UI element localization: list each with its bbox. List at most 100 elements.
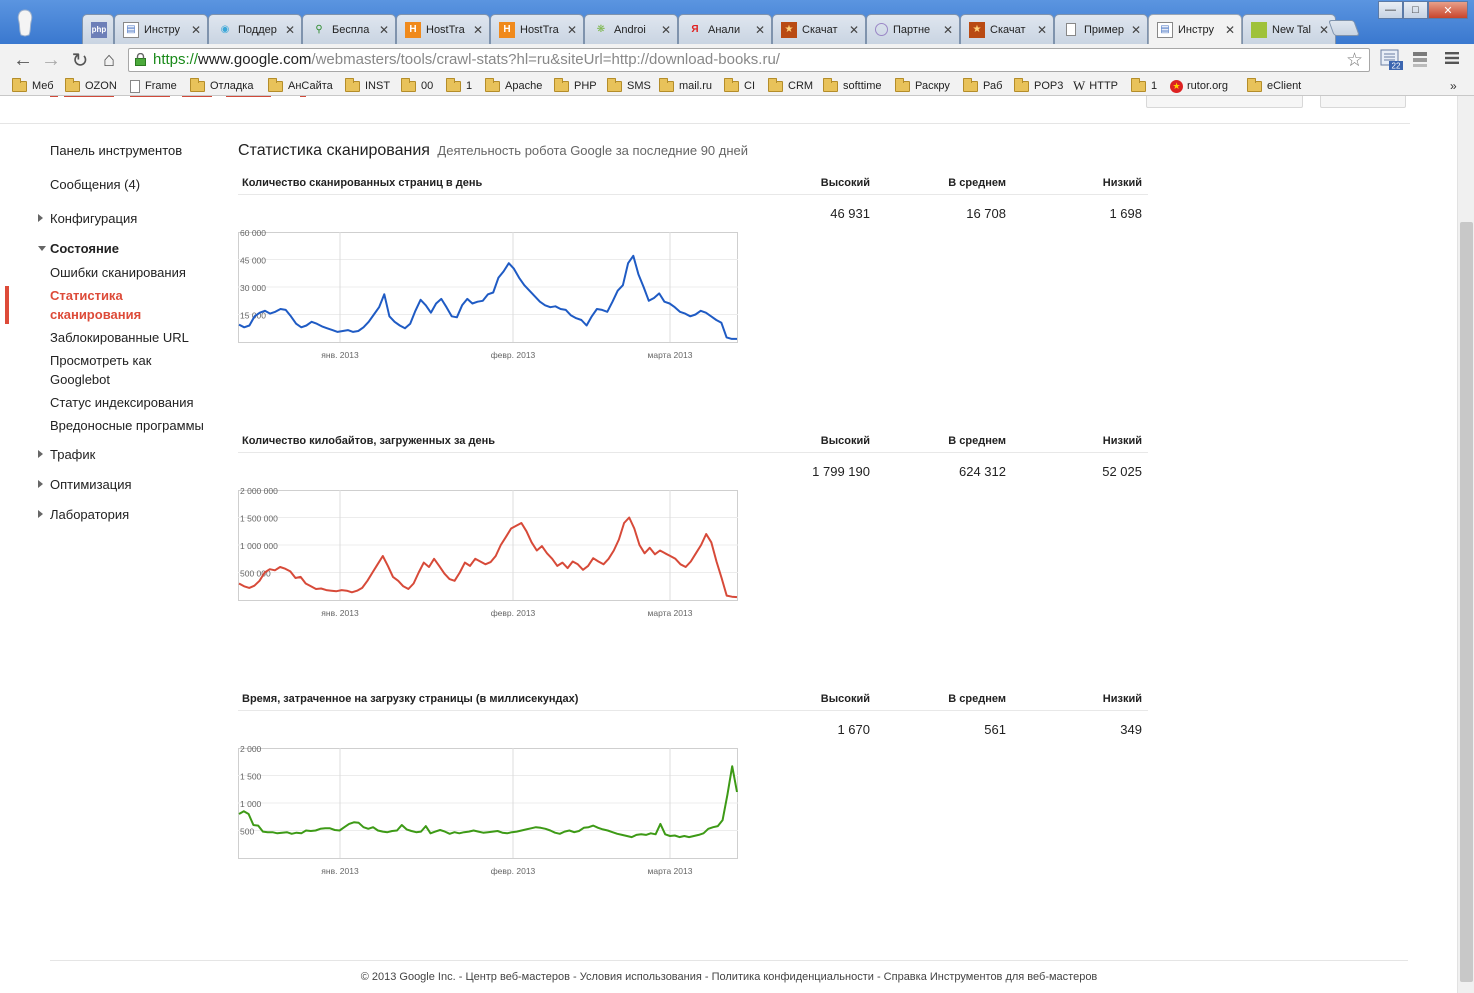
footer-link-webmaster-central[interactable]: Центр веб-мастеров [465,971,570,983]
forward-arrow-icon[interactable]: → [40,49,62,71]
browser-tab[interactable]: ★ Скачат ✕ [772,14,866,44]
bookmark-folder[interactable]: 1 [1131,77,1157,94]
section-title: Количество сканированных страниц в день [242,177,483,189]
minimize-button[interactable]: — [1378,1,1403,19]
browser-tab[interactable]: New Tal ✕ [1242,14,1336,44]
folder-icon [485,77,500,92]
x-tick-label: янв. 2013 [321,866,359,876]
expand-arrow-icon[interactable] [38,450,43,458]
new-tab-button[interactable] [1328,20,1360,36]
browser-tab[interactable]: ◉ Поддер ✕ [208,14,302,44]
bookmark-folder[interactable]: SMS [607,77,651,94]
reload-icon[interactable]: ↻ [69,49,91,72]
browser-tab[interactable]: ★ Скачат ✕ [960,14,1054,44]
sidebar-item-fetch-as-googlebot-line2[interactable]: Googlebot [50,372,110,387]
sidebar-item-crawl-errors[interactable]: Ошибки сканирования [50,265,186,280]
sidebar-item-messages[interactable]: Сообщения (4) [50,177,140,192]
close-tab-icon[interactable]: ✕ [191,23,201,37]
sidebar-item-dashboard[interactable]: Панель инструментов [50,143,182,158]
bookmark-folder[interactable]: АнСайта [268,77,333,94]
bookmark-folder[interactable]: eClient [1247,77,1301,94]
sidebar-item-blocked-urls[interactable]: Заблокированные URL [50,330,189,345]
close-tab-icon[interactable]: ✕ [1225,23,1235,37]
bookmarks-overflow-button[interactable]: » [1450,79,1457,93]
folder-icon [401,77,416,92]
sidebar-item-optimization[interactable]: Оптимизация [50,477,132,492]
x-tick-label: февр. 2013 [491,866,536,876]
sidebar-item-configuration[interactable]: Конфигурация [50,211,137,226]
collapse-arrow-icon[interactable] [38,246,46,251]
bookmark-folder[interactable]: mail.ru [659,77,712,94]
sidebar-item-index-status[interactable]: Статус индексирования [50,395,194,410]
close-tab-icon[interactable]: ✕ [661,23,671,37]
close-window-button[interactable]: ✕ [1428,1,1468,19]
expand-arrow-icon[interactable] [38,214,43,222]
close-tab-icon[interactable]: ✕ [1319,23,1329,37]
bookmark-folder[interactable]: OZON [65,77,117,94]
close-tab-icon[interactable]: ✕ [755,23,765,37]
bookmark-folder[interactable]: Меб [12,77,54,94]
sidebar-item-labs[interactable]: Лаборатория [50,507,129,522]
bookmark-link[interactable]: W HTTP [1073,78,1118,94]
bookmark-folder[interactable]: 00 [401,77,433,94]
bookmark-folder[interactable]: 1 [446,77,472,94]
sidebar-item-crawl-stats-line2[interactable]: сканирования [50,307,141,322]
sidebar-item-malware[interactable]: Вредоносные программы [50,418,204,433]
bookmark-folder[interactable]: CRM [768,77,813,94]
browser-tab[interactable]: ▤ Инстру ✕ [114,14,208,44]
address-bar[interactable]: https://www.google.com/webmasters/tools/… [128,48,1370,72]
bookmark-folder[interactable]: CI [724,77,755,94]
close-tab-icon[interactable]: ✕ [567,23,577,37]
maximize-button[interactable]: □ [1403,1,1428,19]
profile-avatar-icon[interactable] [14,8,36,38]
bookmark-folder[interactable]: Раб [963,77,1002,94]
bookmark-link[interactable]: ★ rutor.org [1170,78,1228,94]
browser-tab[interactable]: Пример ✕ [1054,14,1148,44]
header-button[interactable] [1146,96,1303,108]
back-arrow-icon[interactable]: ← [12,49,34,71]
close-tab-icon[interactable]: ✕ [849,23,859,37]
browser-tab[interactable]: ❋ Androi ✕ [584,14,678,44]
bookmark-folder[interactable]: Раскру [895,77,950,94]
sidebar-item-status[interactable]: Состояние [50,241,119,256]
browser-tab[interactable]: Партне ✕ [866,14,960,44]
browser-tab[interactable]: phpphp [82,14,114,44]
browser-tab[interactable]: Я Анали ✕ [678,14,772,44]
close-tab-icon[interactable]: ✕ [379,23,389,37]
sidebar-item-traffic[interactable]: Трафик [50,447,95,462]
bookmark-folder[interactable]: Apache [485,77,542,94]
header-button[interactable] [1320,96,1406,108]
bookmark-folder[interactable]: Отладка [190,77,253,94]
close-tab-icon[interactable]: ✕ [285,23,295,37]
sidebar-item-fetch-as-googlebot[interactable]: Просмотреть как [50,353,151,368]
chrome-menu-icon[interactable] [1444,51,1460,65]
bookmark-folder[interactable]: softtime [823,77,882,94]
close-tab-icon[interactable]: ✕ [1037,23,1047,37]
vertical-scrollbar[interactable] [1457,96,1474,993]
folder-icon [554,77,569,92]
extension-calendar-icon[interactable]: 22 [1380,49,1404,71]
bookmark-folder[interactable]: INST [345,77,390,94]
bookmark-star-icon[interactable]: ☆ [1346,49,1363,72]
close-tab-icon[interactable]: ✕ [943,23,953,37]
browser-tab[interactable]: H HostTra ✕ [490,14,584,44]
footer-link-help[interactable]: Справка Инструментов для веб-мастеров [884,971,1098,983]
scrollbar-thumb[interactable] [1460,222,1473,982]
extension-stack-icon[interactable] [1410,50,1430,68]
bookmark-link[interactable]: Frame [130,78,177,94]
footer-link-terms[interactable]: Условия использования [580,971,702,983]
x-tick-label: янв. 2013 [321,350,359,360]
bookmark-folder[interactable]: PHP [554,77,597,94]
expand-arrow-icon[interactable] [38,510,43,518]
browser-tab-active[interactable]: ▤ Инстру ✕ [1148,14,1242,44]
sidebar-item-crawl-stats[interactable]: Статистика [50,288,123,303]
home-icon[interactable]: ⌂ [98,49,120,71]
expand-arrow-icon[interactable] [38,480,43,488]
footer-link-privacy[interactable]: Политика конфиденциальности [712,971,874,983]
browser-tab[interactable]: ⚲ Беспла ✕ [302,14,396,44]
close-tab-icon[interactable]: ✕ [1131,23,1141,37]
close-tab-icon[interactable]: ✕ [473,23,483,37]
folder-icon [724,77,739,92]
bookmark-folder[interactable]: POP3 [1014,77,1063,94]
browser-tab[interactable]: H HostTra ✕ [396,14,490,44]
